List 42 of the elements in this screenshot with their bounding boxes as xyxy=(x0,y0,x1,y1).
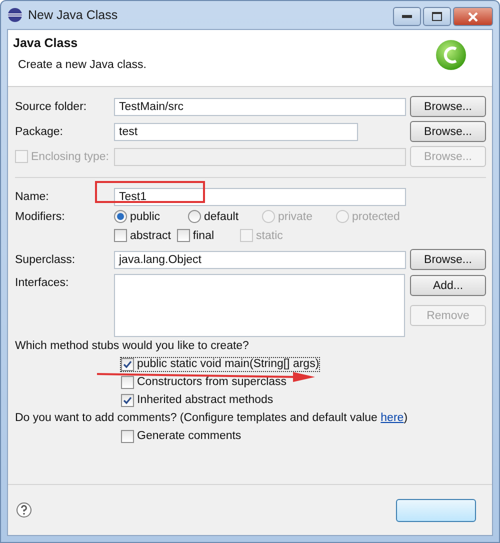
dialog-button[interactable] xyxy=(396,498,476,522)
field-label: Package: xyxy=(15,126,64,138)
check-icon xyxy=(123,396,132,404)
eclipse-icon xyxy=(7,7,23,23)
checkbox[interactable]: abstract xyxy=(114,229,171,242)
here-link[interactable]: here xyxy=(380,412,404,424)
maximize-icon xyxy=(432,12,442,21)
close-icon xyxy=(468,12,478,22)
checkbox[interactable]: Generate comments xyxy=(121,430,242,442)
question-text: Which method stubs would you like to create? xyxy=(15,340,249,352)
field-label: Modifiers: xyxy=(15,210,66,222)
browse-button[interactable]: Browse... xyxy=(410,121,486,142)
maximize-button[interactable] xyxy=(423,7,451,26)
radio-button[interactable]: public xyxy=(114,210,188,223)
browse-button[interactable]: Browse... xyxy=(410,96,486,117)
browse-button[interactable]: Browse... xyxy=(410,249,486,270)
input-field[interactable]: Test1 xyxy=(114,188,406,206)
radio-button[interactable]: default xyxy=(188,210,262,223)
close-button[interactable] xyxy=(453,7,493,26)
checkbox[interactable]: Constructors from superclass xyxy=(121,376,287,388)
field-label: Name: xyxy=(15,190,50,202)
field-label: Superclass: xyxy=(15,254,76,266)
add-button[interactable]: Add... xyxy=(410,275,486,296)
radio-dot-icon xyxy=(117,213,124,220)
question-text: Do you want to add comments? (Configure templates and default value here) xyxy=(15,412,408,424)
page-title: Java Class xyxy=(13,36,79,50)
input-field[interactable]: test xyxy=(114,122,358,140)
check-icon xyxy=(123,360,132,368)
minimize-icon xyxy=(402,14,412,18)
checkbox[interactable]: final xyxy=(176,229,214,242)
window-title: New Java Class xyxy=(28,8,118,22)
field-label: Interfaces: xyxy=(15,277,69,289)
input-field[interactable] xyxy=(114,148,406,166)
input-field[interactable]: java.lang.Object xyxy=(114,250,406,268)
input-field[interactable]: TestMain/src xyxy=(114,98,406,116)
page-description: Create a new Java class. xyxy=(17,59,148,71)
checkbox[interactable]: Inherited abstract methods xyxy=(121,394,274,406)
field-label: Source folder: xyxy=(15,100,88,112)
class-icon xyxy=(434,38,468,72)
minimize-button[interactable] xyxy=(393,7,421,26)
checkbox[interactable]: public static void main(String[] args) xyxy=(121,358,320,370)
help-icon[interactable] xyxy=(16,502,32,518)
